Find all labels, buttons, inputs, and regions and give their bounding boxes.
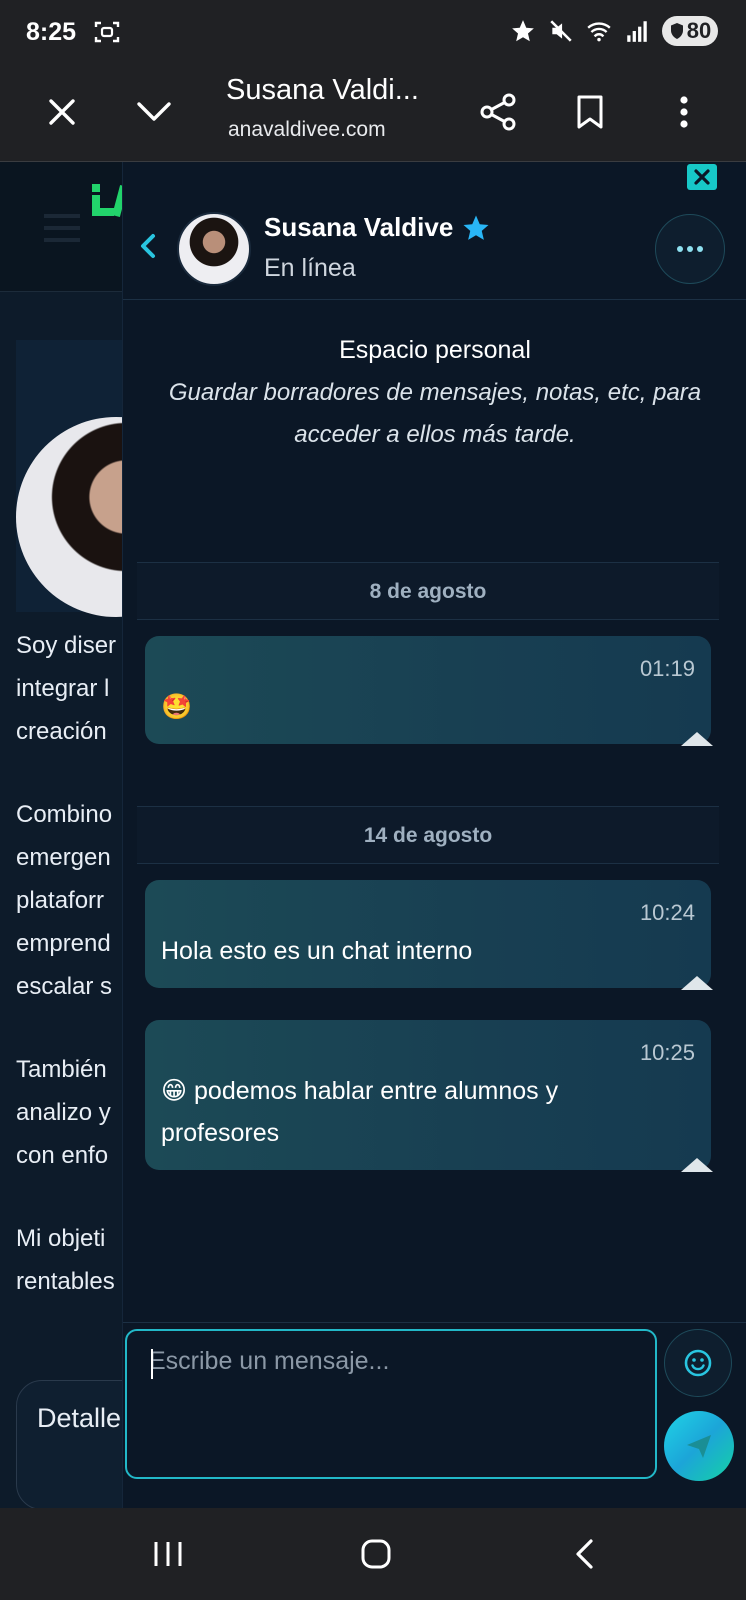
- signal-icon: [627, 21, 647, 42]
- site-logo: [92, 184, 124, 218]
- page-url[interactable]: anavaldivee.com: [228, 118, 386, 142]
- details-label: Detalle: [37, 1403, 122, 1433]
- page-title: Susana Valdi...: [226, 74, 419, 106]
- browser-toolbar: Susana Valdi... anavaldivee.com: [0, 64, 746, 162]
- message-tail: [681, 976, 713, 990]
- message-bubble[interactable]: 10:25 😁 podemos hablar entre alumnos y p…: [145, 1020, 713, 1172]
- message-text: 😁 podemos hablar entre alumnos y profeso…: [161, 1077, 559, 1147]
- chevron-down-icon: [137, 102, 171, 121]
- smiley-icon: [684, 1349, 712, 1377]
- screenshot-icon: [94, 21, 120, 43]
- dot-icon: [677, 246, 683, 252]
- message-text: Hola esto es un chat interno: [161, 937, 473, 965]
- bio-line: escalar s: [16, 973, 113, 1000]
- dot-icon: [697, 246, 703, 252]
- contact-name: Susana Valdive: [264, 212, 491, 243]
- status-time: 8:25: [26, 18, 77, 46]
- bio-line: creación: [16, 718, 107, 745]
- close-icon: [49, 99, 75, 125]
- chat-panel: Susana Valdive En línea Espacio personal…: [122, 162, 746, 1508]
- bio-line: integrar l: [16, 675, 110, 702]
- bio-line: plataforr: [16, 887, 105, 914]
- system-nav-bar: [0, 1508, 746, 1600]
- hamburger-icon[interactable]: [44, 214, 80, 250]
- close-tab-button[interactable]: [38, 88, 86, 136]
- battery-level: 80: [686, 18, 712, 43]
- date-separator: 8 de agosto: [137, 562, 719, 620]
- message-bubble[interactable]: 10:24 Hola esto es un chat interno: [145, 880, 713, 990]
- chat-header: Susana Valdive En línea: [123, 162, 746, 300]
- bio-line: con enfo: [16, 1142, 109, 1169]
- recent-apps-button[interactable]: [144, 1534, 192, 1574]
- more-vertical-icon: [680, 96, 688, 128]
- chat-options-button[interactable]: [655, 214, 725, 284]
- minimize-button[interactable]: [130, 88, 178, 136]
- contact-name-text: Susana Valdive: [264, 212, 454, 242]
- home-button[interactable]: [352, 1534, 400, 1574]
- status-bar: 8:25 80: [0, 0, 746, 64]
- personal-space-title: Espacio personal: [339, 336, 531, 364]
- bio-line: Mi objeti: [16, 1225, 106, 1252]
- home-icon: [361, 1539, 391, 1569]
- bio-line: Combino: [16, 801, 113, 828]
- message-bubble[interactable]: 01:19 🤩: [145, 636, 713, 746]
- message-time: 01:19: [639, 656, 695, 681]
- bio-line: analizo y: [16, 1099, 111, 1126]
- message-input[interactable]: Escribe un mensaje...: [125, 1329, 657, 1479]
- mute-icon: [550, 20, 572, 42]
- wifi-icon: [587, 22, 611, 42]
- verified-star-icon: [463, 215, 489, 240]
- message-tail: [681, 1158, 713, 1172]
- send-icon: [687, 1435, 711, 1458]
- send-button[interactable]: [664, 1411, 734, 1481]
- emoji-button[interactable]: [664, 1329, 732, 1397]
- avatar[interactable]: [177, 212, 251, 286]
- bio-line: rentables: [16, 1268, 115, 1295]
- bookmark-icon: [577, 95, 603, 129]
- personal-space-subtitle: Guardar borradores de mensajes, notas, e…: [168, 379, 702, 448]
- dot-icon: [687, 246, 693, 252]
- back-icon[interactable]: [133, 228, 163, 264]
- message-composer: Escribe un mensaje...: [123, 1322, 746, 1508]
- recent-apps-icon: [154, 1542, 182, 1566]
- share-icon: [480, 93, 516, 131]
- bookmark-button[interactable]: [566, 88, 614, 136]
- bio-line: Soy diser: [16, 632, 117, 659]
- message-time: 10:25: [639, 1040, 695, 1065]
- bio-line: emprend: [16, 930, 111, 957]
- shield-icon: [670, 23, 683, 39]
- bio-line: También: [16, 1056, 107, 1083]
- close-icon: [694, 169, 710, 185]
- back-button[interactable]: [560, 1534, 608, 1574]
- battery-indicator: 80: [662, 16, 718, 46]
- message-text: 🤩: [161, 693, 193, 721]
- share-button[interactable]: [474, 88, 522, 136]
- message-time: 10:24: [639, 900, 695, 925]
- bio-line: emergen: [16, 844, 111, 871]
- contact-status: En línea: [264, 254, 356, 282]
- message-tail: [681, 732, 713, 746]
- menu-button[interactable]: [660, 88, 708, 136]
- date-separator: 14 de agosto: [137, 806, 719, 864]
- close-chat-button[interactable]: [687, 164, 717, 190]
- back-arrow-icon: [576, 1539, 593, 1569]
- star-icon: [512, 20, 534, 42]
